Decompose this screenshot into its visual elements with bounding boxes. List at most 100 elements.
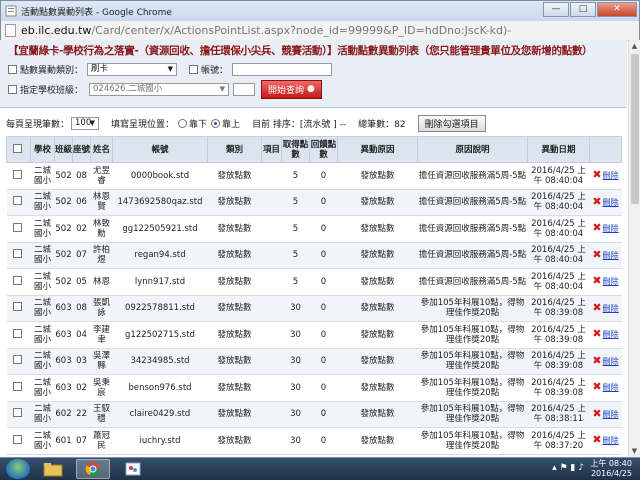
delete-icon[interactable]: ✖ [592, 327, 601, 340]
delete-icon[interactable]: ✖ [592, 354, 601, 367]
scroll-down-icon[interactable]: ▼ [629, 445, 640, 457]
row-checkbox[interactable] [12, 381, 22, 391]
delete-icon[interactable]: ✖ [592, 168, 601, 181]
column-header[interactable]: 班級 [54, 136, 73, 163]
column-header[interactable]: 異動日期 [527, 136, 590, 163]
delete-link[interactable]: 刪除 [603, 410, 619, 419]
delete-link[interactable]: 刪除 [603, 304, 619, 313]
tray-icons[interactable]: ▴ ⚑ ▮ ♪ [552, 463, 584, 473]
delete-icon[interactable]: ✖ [592, 380, 601, 393]
order-desc-radio[interactable] [178, 118, 188, 128]
scroll-up-icon[interactable]: ▲ [629, 40, 640, 52]
select-all-checkbox[interactable] [12, 143, 22, 153]
school-select[interactable]: 024626.二城國小 ▼ [89, 82, 230, 96]
delete-link[interactable]: 刪除 [603, 330, 619, 339]
cell-name: 吳秉宸 [90, 374, 113, 402]
row-select-cell [6, 189, 31, 216]
address-bar[interactable]: eb.ilc.edu.tw/Card/center/x/ActionsPoint… [1, 21, 639, 41]
column-header[interactable]: 帳號 [112, 136, 208, 163]
cell-school: 二城國小 [30, 215, 55, 243]
taskbar-paint[interactable] [116, 459, 150, 479]
row-checkbox[interactable] [12, 222, 22, 232]
vertical-scrollbar[interactable]: ▲ ▼ [628, 40, 640, 457]
column-header[interactable]: 原因說明 [417, 136, 528, 163]
delete-icon[interactable]: ✖ [592, 301, 601, 314]
delete-icon[interactable]: ✖ [592, 195, 601, 208]
column-header[interactable]: 項目 [261, 136, 282, 163]
start-button[interactable] [6, 459, 30, 479]
cell-reason: 發放點數 [337, 242, 418, 269]
maximize-button[interactable]: □ [570, 2, 596, 17]
cell-item [261, 374, 282, 402]
delete-link[interactable]: 刪除 [603, 357, 619, 366]
clock-time: 上午 08:40 [590, 459, 632, 468]
column-header[interactable]: 類別 [207, 136, 262, 163]
cell-type: 發放點數 [207, 321, 262, 349]
cell-class: 502 [54, 189, 73, 216]
taskbar-explorer[interactable] [36, 459, 70, 479]
cell-type: 發放點數 [207, 242, 262, 269]
clock[interactable]: 上午 08:40 2016/4/25 [590, 459, 632, 479]
delete-link[interactable]: 刪除 [603, 224, 619, 233]
order-asc-radio[interactable] [211, 118, 221, 128]
type-select-value: 刷卡 [91, 63, 109, 74]
delete-icon[interactable]: ✖ [592, 407, 601, 420]
cell-reason: 發放點數 [337, 401, 418, 428]
cell-refund: 0 [309, 295, 338, 322]
account-input[interactable] [232, 62, 333, 76]
table-row: 二城國小 502 05 林恩 lynn917.std 發放點數 5 0 發放點數 擔任資源回收服務… [6, 268, 622, 296]
taskbar-chrome[interactable] [76, 459, 110, 479]
close-button[interactable]: ✕ [597, 2, 637, 17]
delete-link[interactable]: 刪除 [603, 383, 619, 392]
scroll-thumb[interactable] [631, 54, 639, 204]
row-checkbox[interactable] [12, 434, 22, 444]
search-button[interactable]: 開始查詢 ● [261, 79, 322, 99]
cell-desc: 參加105年科展10點，得物理佳作獎20點 [417, 401, 528, 428]
cell-type: 發放點數 [207, 374, 262, 402]
table-header-row: 學校 班級 座號 姓名 帳號 類別 項目 取得點數 回饋點數 異動原因 原因說明… [6, 136, 622, 163]
cell-type: 發放點數 [207, 401, 262, 428]
delete-icon[interactable]: ✖ [592, 248, 601, 261]
column-header[interactable]: 異動原因 [337, 136, 418, 163]
delete-icon[interactable]: ✖ [592, 274, 601, 287]
select-all-header[interactable] [6, 136, 31, 163]
row-checkbox[interactable] [12, 196, 22, 206]
delete-link[interactable]: 刪除 [603, 277, 619, 286]
account-checkbox[interactable] [189, 64, 199, 74]
cell-class: 601 [54, 427, 73, 455]
title-bar: 活動點數異動列表 - Google Chrome — □ ✕ [1, 1, 639, 21]
column-header[interactable]: 回饋點數 [309, 136, 338, 163]
row-select-cell [6, 401, 31, 428]
total-count: 總筆數：82 [358, 119, 406, 130]
delete-link[interactable]: 刪除 [603, 171, 619, 180]
row-checkbox[interactable] [12, 275, 22, 285]
cell-refund: 0 [309, 189, 338, 216]
row-checkbox[interactable] [12, 302, 22, 312]
row-checkbox[interactable] [12, 408, 22, 418]
row-checkbox[interactable] [12, 355, 22, 365]
class-input[interactable] [233, 82, 256, 96]
column-header[interactable]: 取得點數 [281, 136, 310, 163]
address-host: eb.ilc.edu.tw [21, 24, 92, 37]
delete-link[interactable]: 刪除 [603, 436, 619, 445]
delete-link[interactable]: 刪除 [603, 251, 619, 260]
type-checkbox[interactable] [8, 64, 17, 74]
bulk-delete-button[interactable]: 刪除勾選項目 [417, 114, 486, 132]
delete-icon[interactable]: ✖ [592, 433, 601, 446]
school-checkbox[interactable] [8, 84, 17, 94]
minimize-button[interactable]: — [543, 2, 569, 17]
cell-date: 2016/4/25 上午 08:40:04 [527, 189, 590, 216]
row-checkbox[interactable] [12, 249, 22, 259]
cell-seat: 07 [72, 242, 91, 269]
column-header[interactable]: 座號 [72, 136, 91, 163]
delete-link[interactable]: 刪除 [603, 198, 619, 207]
row-checkbox[interactable] [12, 169, 22, 179]
per-page-select[interactable]: 100 ▼ [71, 116, 100, 130]
table-body: 二城國小 502 08 尤昱睿 0000book.std 發放點數 5 0 發放點數 擔任資源回收… [6, 162, 622, 455]
delete-icon[interactable]: ✖ [592, 221, 601, 234]
row-select-cell [6, 242, 31, 269]
column-header[interactable]: 姓名 [90, 136, 113, 163]
row-checkbox[interactable] [12, 328, 22, 338]
type-select[interactable]: 刷卡 ▼ [87, 62, 178, 76]
column-header[interactable]: 學校 [30, 136, 55, 163]
